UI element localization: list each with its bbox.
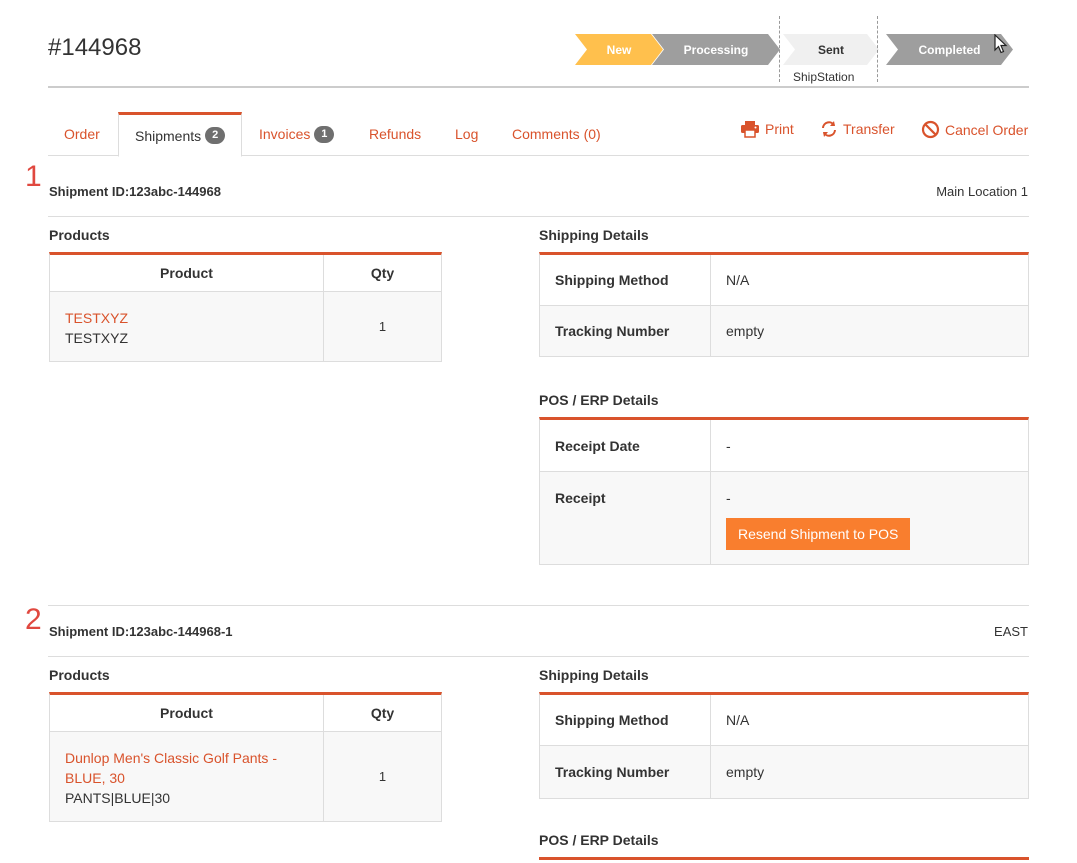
- detail-value: empty: [726, 764, 765, 780]
- tab-log[interactable]: Log: [455, 112, 478, 156]
- detail-value: N/A: [726, 272, 750, 288]
- transfer-icon: [822, 121, 836, 137]
- print-label: Print: [765, 121, 794, 137]
- shipping-details-title: Shipping Details: [539, 667, 649, 683]
- detail-key: Tracking Number: [540, 746, 711, 798]
- detail-key: Receipt Date: [540, 420, 711, 471]
- column-header-product: Product: [50, 255, 324, 291]
- cancel-order-button[interactable]: Cancel Order: [921, 120, 1028, 139]
- tab-label: Comments (0): [512, 126, 601, 142]
- column-header-qty: Qty: [370, 265, 395, 281]
- table-row: Dunlop Men's Classic Golf Pants - BLUE, …: [50, 732, 441, 822]
- stage-divider: [779, 16, 780, 82]
- products-title: Products: [49, 667, 110, 683]
- status-stage-new[interactable]: New: [575, 34, 663, 65]
- detail-row-receipt: Receipt - Resend Shipment to POS: [540, 472, 1028, 565]
- detail-value: - Resend Shipment to POS: [711, 472, 1028, 550]
- tab-comments[interactable]: Comments (0): [512, 112, 601, 156]
- order-status-pipeline: New Processing Sent Completed: [575, 34, 1035, 65]
- status-stage-processing[interactable]: Processing: [652, 34, 780, 65]
- product-cell: TESTXYZ TESTXYZ: [50, 292, 324, 361]
- product-link[interactable]: Dunlop Men's Classic Golf Pants - BLUE, …: [65, 748, 308, 788]
- mouse-cursor-icon: [994, 34, 1008, 54]
- detail-row-shipping-method: Shipping Method N/A: [540, 695, 1028, 746]
- detail-key: Receipt: [540, 472, 711, 564]
- order-title: #144968: [48, 34, 142, 61]
- shipping-details-table: Shipping Method N/A Tracking Number empt…: [539, 692, 1029, 799]
- tab-shipments[interactable]: Shipments 2: [118, 112, 243, 157]
- pos-erp-table: Receipt Date - Receipt - Resend Shipment…: [539, 417, 1029, 565]
- column-header-product: Product: [50, 695, 324, 731]
- detail-row-tracking-number: Tracking Number empty: [540, 746, 1028, 799]
- transfer-label: Transfer: [843, 121, 895, 137]
- section-divider: [48, 605, 1029, 606]
- status-stage-label: Sent: [817, 42, 844, 57]
- product-link[interactable]: TESTXYZ: [65, 308, 308, 328]
- products-table: Product Qty TESTXYZ TESTXYZ 1: [49, 252, 442, 362]
- detail-value: N/A: [726, 712, 750, 728]
- detail-row-shipping-method: Shipping Method N/A: [540, 255, 1028, 306]
- product-cell: Dunlop Men's Classic Golf Pants - BLUE, …: [50, 732, 324, 821]
- receipt-value: -: [726, 490, 731, 506]
- stage-divider: [877, 16, 878, 82]
- shipstation-label: ShipStation: [793, 70, 855, 84]
- shipping-details-table: Shipping Method N/A Tracking Number empt…: [539, 252, 1029, 357]
- status-stage-sent[interactable]: Sent: [783, 34, 879, 65]
- column-header-qty: Qty: [370, 705, 395, 721]
- shipment-index: 2: [25, 603, 42, 636]
- tab-label: Log: [455, 126, 479, 142]
- header-divider: [48, 86, 1029, 88]
- qty-cell: 1: [378, 769, 387, 784]
- tab-label: Order: [64, 126, 100, 142]
- resend-shipment-button[interactable]: Resend Shipment to POS: [726, 518, 911, 550]
- products-title: Products: [49, 227, 110, 243]
- count-badge: 2: [205, 127, 226, 144]
- cancel-order-label: Cancel Order: [945, 121, 1029, 138]
- detail-key: Tracking Number: [540, 306, 711, 356]
- section-divider: [48, 656, 1029, 657]
- product-sku: TESTXYZ: [65, 330, 129, 346]
- detail-key: Shipping Method: [540, 695, 711, 745]
- tab-order[interactable]: Order: [64, 112, 100, 156]
- detail-row-tracking-number: Tracking Number empty: [540, 306, 1028, 357]
- shipment-index: 1: [25, 160, 42, 193]
- ban-icon: [921, 120, 940, 139]
- status-stage-label: Completed: [918, 42, 981, 57]
- tab-label: Shipments: [135, 127, 202, 144]
- pos-erp-table: [539, 857, 1029, 863]
- products-table: Product Qty Dunlop Men's Classic Golf Pa…: [49, 692, 442, 822]
- section-divider: [48, 216, 1029, 217]
- status-stage-label: Processing: [683, 42, 749, 57]
- print-button[interactable]: Print: [740, 120, 794, 138]
- product-sku: PANTS|BLUE|30: [65, 790, 171, 806]
- print-icon: [741, 121, 759, 138]
- tab-label: Invoices: [259, 126, 311, 142]
- table-row: TESTXYZ TESTXYZ 1: [50, 292, 441, 362]
- detail-key: Shipping Method: [540, 255, 711, 305]
- shipment-id: Shipment ID:123abc-144968-1: [49, 624, 233, 639]
- tab-refunds[interactable]: Refunds: [369, 112, 421, 156]
- shipment-id: Shipment ID:123abc-144968: [49, 184, 221, 199]
- shipping-details-title: Shipping Details: [539, 227, 649, 243]
- pos-erp-title: POS / ERP Details: [539, 392, 659, 408]
- transfer-button[interactable]: Transfer: [820, 120, 895, 138]
- qty-cell: 1: [378, 319, 387, 334]
- tab-invoices[interactable]: Invoices 1: [259, 112, 335, 156]
- shipment-location: EAST: [994, 624, 1028, 639]
- status-stage-label: New: [606, 42, 632, 57]
- detail-value: empty: [726, 323, 765, 339]
- detail-value: -: [726, 437, 731, 454]
- pos-erp-title: POS / ERP Details: [539, 832, 659, 848]
- tab-label: Refunds: [369, 126, 422, 142]
- count-badge: 1: [314, 125, 335, 143]
- table-header: Product Qty: [50, 255, 441, 292]
- detail-row-receipt-date: Receipt Date -: [540, 420, 1028, 472]
- shipment-location: Main Location 1: [936, 184, 1028, 199]
- table-header: Product Qty: [50, 695, 441, 732]
